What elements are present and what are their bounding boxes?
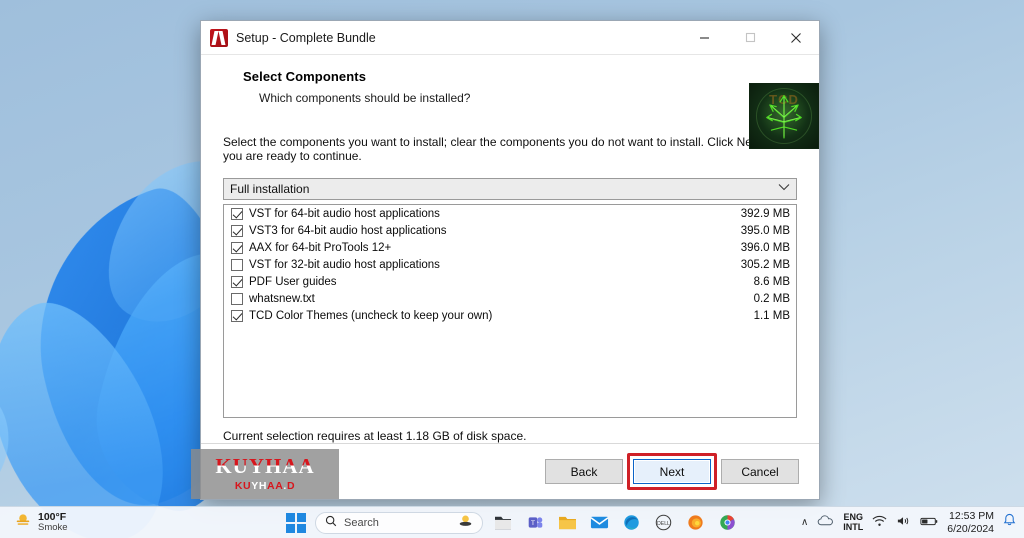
component-size: 1.1 MB bbox=[753, 310, 790, 323]
teams-icon[interactable]: T bbox=[523, 511, 547, 535]
component-row[interactable]: whatsnew.txt 0.2 MB bbox=[224, 291, 796, 308]
folder-icon[interactable] bbox=[555, 511, 579, 535]
watermark-sub-part: KU bbox=[234, 480, 252, 492]
clock-time: 12:53 PM bbox=[949, 510, 994, 523]
search-input[interactable]: Search bbox=[315, 511, 483, 534]
disk-space-note: Current selection requires at least 1.18… bbox=[223, 429, 527, 443]
clock-date: 6/20/2024 bbox=[947, 522, 994, 535]
component-label: VST3 for 64-bit audio host applications bbox=[249, 225, 447, 238]
component-size: 8.6 MB bbox=[753, 276, 790, 289]
title-bar: Setup - Complete Bundle bbox=[201, 21, 819, 55]
setup-window: Setup - Complete Bundle Select Component… bbox=[191, 20, 820, 500]
wifi-icon[interactable] bbox=[872, 514, 887, 532]
cancel-button[interactable]: Cancel bbox=[721, 459, 799, 484]
wallpaper-petal bbox=[0, 279, 200, 538]
weather-condition: Smoke bbox=[38, 522, 68, 534]
chrome-icon[interactable] bbox=[715, 511, 739, 535]
component-label: PDF User guides bbox=[249, 276, 337, 289]
mail-icon[interactable] bbox=[587, 511, 611, 535]
component-size: 392.9 MB bbox=[740, 208, 790, 221]
watermark-sub-part: D bbox=[286, 480, 296, 492]
next-button-wrapper: Next bbox=[627, 453, 717, 490]
checkbox-checked-icon[interactable] bbox=[231, 276, 243, 289]
next-button[interactable]: Next bbox=[633, 459, 711, 484]
battery-icon[interactable] bbox=[920, 514, 938, 532]
component-label: whatsnew.txt bbox=[249, 293, 315, 306]
component-size: 396.0 MB bbox=[740, 242, 790, 255]
instructions-text: Select the components you want to instal… bbox=[223, 135, 794, 164]
component-label: TCD Color Themes (uncheck to keep your o… bbox=[249, 310, 493, 323]
checkbox-unchecked-icon[interactable] bbox=[231, 293, 243, 306]
component-row[interactable]: VST for 32-bit audio host applications 30… bbox=[224, 257, 796, 274]
onedrive-icon[interactable] bbox=[817, 514, 834, 532]
svg-text:T: T bbox=[530, 520, 534, 527]
file-explorer-icon[interactable] bbox=[491, 511, 515, 535]
close-button[interactable] bbox=[773, 21, 819, 54]
clock[interactable]: 12:53 PM 6/20/2024 bbox=[947, 510, 994, 534]
component-row[interactable]: VST3 for 64-bit audio host applications 3… bbox=[224, 223, 796, 240]
component-row[interactable]: PDF User guides 8.6 MB bbox=[224, 274, 796, 291]
page-subtitle: Which components should be installed? bbox=[259, 91, 471, 105]
watermark-main-text: KUYHAA bbox=[215, 454, 315, 478]
leaf-glyph bbox=[766, 95, 802, 139]
svg-text:DELL: DELL bbox=[657, 521, 670, 527]
page-header: Select Components Which components shoul… bbox=[201, 55, 819, 149]
page-body: Select the components you want to instal… bbox=[201, 117, 819, 443]
firefox-icon[interactable] bbox=[683, 511, 707, 535]
component-row[interactable]: VST for 64-bit audio host applications 39… bbox=[224, 206, 796, 223]
chevron-down-icon bbox=[778, 183, 790, 194]
cannabis-leaf-logo: TCD bbox=[749, 83, 819, 149]
taskbar: 100°F Smoke Search T DELL ∧ ENG INTL 12:… bbox=[0, 506, 1024, 538]
search-placeholder: Search bbox=[344, 516, 379, 529]
search-icon bbox=[325, 514, 337, 532]
language-indicator[interactable]: ENG INTL bbox=[843, 512, 864, 532]
components-list[interactable]: VST for 64-bit audio host applications 39… bbox=[223, 203, 797, 418]
language-line-2: INTL bbox=[843, 521, 864, 532]
checkbox-unchecked-icon[interactable] bbox=[231, 259, 243, 272]
start-button[interactable] bbox=[285, 512, 307, 534]
bell-icon[interactable] bbox=[1003, 513, 1016, 532]
checkbox-checked-icon[interactable] bbox=[231, 225, 243, 238]
weather-widget[interactable]: 100°F Smoke bbox=[14, 511, 164, 534]
volume-icon[interactable] bbox=[896, 514, 911, 532]
component-size: 395.0 MB bbox=[740, 225, 790, 238]
watermark-sub-text: KUYHAA.D bbox=[235, 480, 295, 492]
component-row[interactable]: AAX for 64-bit ProTools 12+ 396.0 MB bbox=[224, 240, 796, 257]
edge-icon[interactable] bbox=[619, 511, 643, 535]
wallpaper-petal bbox=[0, 230, 15, 538]
watermark-sub-part: YH bbox=[251, 480, 268, 492]
copilot-icon[interactable] bbox=[458, 513, 473, 533]
component-label: VST for 32-bit audio host applications bbox=[249, 259, 440, 272]
installation-type-value: Full installation bbox=[230, 181, 310, 196]
dialog-footer: Back Next Cancel KUYHAA KUYHAA.D bbox=[191, 443, 819, 499]
component-row[interactable]: TCD Color Themes (uncheck to keep your o… bbox=[224, 308, 796, 325]
component-size: 0.2 MB bbox=[753, 293, 790, 306]
component-label: VST for 64-bit audio host applications bbox=[249, 208, 440, 221]
taskbar-center: Search T DELL bbox=[285, 511, 739, 535]
watermark-sub-part: AA bbox=[267, 480, 284, 492]
weather-text: 100°F Smoke bbox=[38, 511, 68, 534]
component-size: 305.2 MB bbox=[740, 259, 790, 272]
sun-haze-icon bbox=[14, 511, 32, 534]
page-title: Select Components bbox=[243, 69, 367, 84]
minimize-button[interactable] bbox=[681, 21, 727, 54]
component-label: AAX for 64-bit ProTools 12+ bbox=[249, 242, 392, 255]
desktop: Setup - Complete Bundle Select Component… bbox=[0, 0, 1024, 538]
system-tray: ∧ ENG INTL 12:53 PM 6/20/2024 bbox=[801, 507, 1016, 538]
maximize-button bbox=[727, 21, 773, 54]
checkbox-checked-icon[interactable] bbox=[231, 242, 243, 255]
window-title: Setup - Complete Bundle bbox=[236, 30, 376, 45]
watermark-overlay: KUYHAA KUYHAA.D bbox=[191, 449, 339, 499]
back-button[interactable]: Back bbox=[545, 459, 623, 484]
installation-type-select[interactable]: Full installation bbox=[223, 177, 797, 200]
tray-overflow-icon[interactable]: ∧ bbox=[801, 517, 808, 528]
installer-icon bbox=[210, 28, 228, 47]
dell-icon[interactable]: DELL bbox=[651, 511, 675, 535]
checkbox-checked-icon[interactable] bbox=[231, 208, 243, 221]
checkbox-checked-icon[interactable] bbox=[231, 310, 243, 323]
